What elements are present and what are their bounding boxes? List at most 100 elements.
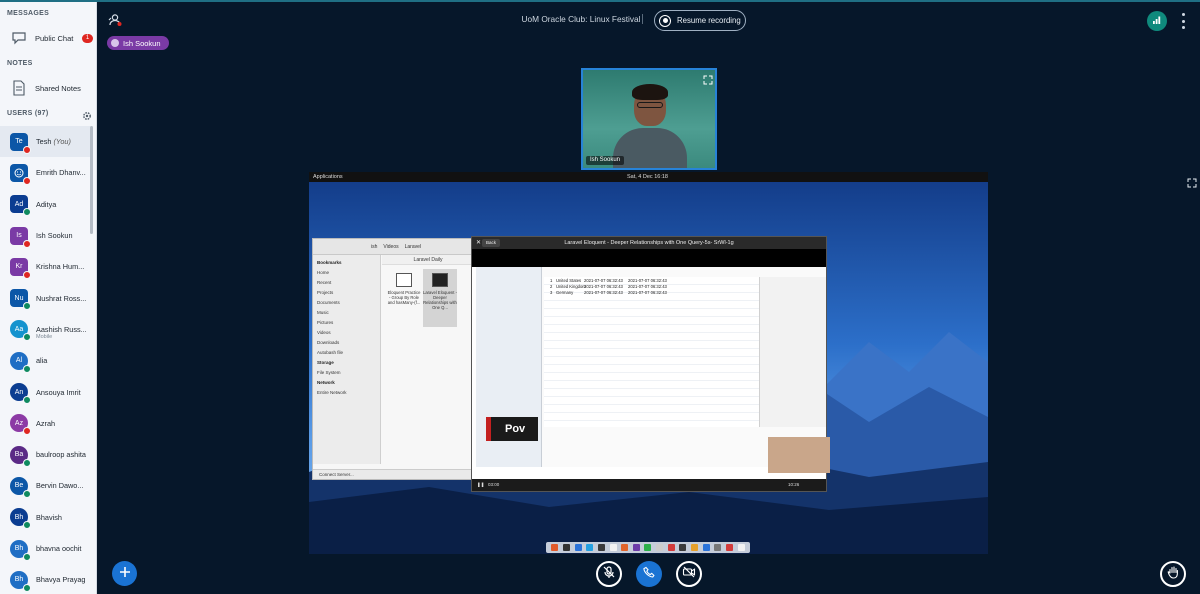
presenter-pill: Ish Sookun: [107, 36, 169, 50]
avatar-initials: Bh: [14, 545, 24, 552]
path-segment: Videos: [383, 243, 399, 250]
db-row: 3 Germany 2021-07-07 06:32:43 2021-07-07 06…: [550, 290, 672, 295]
user-name: Azrah: [36, 419, 90, 428]
user-list-item[interactable]: Te Tesh (You): [0, 126, 90, 158]
record-label: Resume recording: [677, 16, 741, 25]
user-list-item[interactable]: Ad Aditya: [0, 189, 90, 220]
shared-notes-label: Shared Notes: [35, 83, 81, 93]
expand-icon[interactable]: [1187, 175, 1197, 188]
avatar: Nu: [10, 289, 31, 311]
actions-button[interactable]: [112, 561, 137, 586]
audio-button[interactable]: [636, 561, 662, 587]
presenter-name: Ish Sookun: [123, 38, 161, 48]
user-name-text: Bhavya Prayag: [36, 575, 86, 585]
public-chat-label: Public Chat: [35, 33, 74, 43]
user-client-type: Mobile: [36, 333, 53, 340]
webcam-person-body: [613, 128, 687, 168]
notes-section-title: NOTES: [7, 60, 33, 67]
user-name: Nushrat Ross...: [36, 294, 90, 303]
user-name: Ish Sookun: [36, 231, 90, 240]
bookmark-item: Videos: [317, 330, 331, 335]
video-button[interactable]: [676, 561, 702, 587]
public-chat-item[interactable]: Public Chat 1: [0, 26, 96, 50]
avatar-initials: Bh: [14, 576, 24, 584]
connection-status-button[interactable]: [1147, 11, 1167, 31]
user-name: Bhavya Prayag: [36, 575, 90, 584]
video-overlay-text: Pov: [486, 417, 538, 441]
gear-icon[interactable]: [82, 108, 92, 120]
user-list-item[interactable]: Az Azrah: [0, 408, 90, 439]
user-list-item[interactable]: Is Ish Sookun: [0, 220, 90, 251]
user-list-scrollbar[interactable]: [90, 126, 93, 234]
avatar-initials: Ad: [14, 200, 24, 208]
desktop-topbar: Applications Sat, 4 Dec 16:18: [309, 172, 988, 182]
user-list-item[interactable]: Bh Bhavish: [0, 502, 90, 533]
listen-status-icon: [23, 364, 31, 373]
user-list-item[interactable]: Bh bhavna oochit: [0, 533, 90, 564]
plus-icon: [119, 565, 131, 583]
user-name: Tesh (You): [36, 137, 90, 146]
presenter-video-thumb: [768, 437, 830, 473]
file-manager-sidebar: Bookmarks Home Recent Projects Documents Mus…: [313, 255, 381, 464]
listen-status-icon: [23, 208, 31, 217]
user-name-text: baulroop ashita: [36, 450, 86, 460]
listen-status-icon: [23, 489, 31, 498]
user-name-text: Ish Sookun: [36, 231, 73, 241]
time-elapsed: 03:00: [488, 482, 500, 487]
muted-status-icon: [23, 270, 31, 279]
avatar: Bh: [10, 508, 31, 530]
user-list-item[interactable]: Be Bervin Dawo...: [0, 470, 90, 501]
bookmark-item: Downloads: [317, 340, 340, 345]
bookmark-item: Documents: [317, 300, 340, 305]
header-separator: [642, 14, 643, 24]
avatar-initials: Az: [14, 419, 24, 427]
camera-off-icon: [682, 565, 696, 584]
db-cell: 2021-07-07 06:32:43: [628, 284, 667, 289]
listen-status-icon: [23, 333, 31, 342]
avatar: Te: [10, 132, 31, 154]
user-name-text: Tesh: [36, 137, 52, 147]
kebab-menu-icon[interactable]: [1180, 13, 1186, 29]
shared-notes-item[interactable]: Shared Notes: [0, 76, 96, 100]
user-list-item[interactable]: Emrith Dhanv...: [0, 157, 90, 188]
user-list-item[interactable]: Aa Aashish Russ... Mobile: [0, 314, 90, 345]
bookmark-item: Home: [317, 270, 330, 275]
expand-icon[interactable]: [703, 72, 713, 85]
record-dot-icon: [659, 14, 671, 27]
file-item: Eloquent Practice - Group By Role and ha…: [387, 269, 421, 305]
hand-icon: [1167, 565, 1180, 584]
resume-recording-button[interactable]: Resume recording: [654, 10, 746, 31]
file-manager-pathbar: ish Videos Laravel: [313, 239, 473, 255]
bookmark-list: Home Recent Projects Documents Music Pictures…: [317, 268, 376, 358]
user-list-item[interactable]: Kr Krishna Hum...: [0, 251, 90, 282]
avatar-initials: Kr: [15, 263, 23, 271]
desktop-dock: [546, 542, 750, 553]
raise-hand-button[interactable]: [1160, 561, 1186, 587]
user-name: Aditya: [36, 200, 90, 209]
muted-status-icon: [23, 239, 31, 248]
webcam-tile[interactable]: Ish Sookun: [581, 68, 717, 170]
db-grid: [544, 277, 759, 427]
applications-menu: Applications: [313, 173, 343, 180]
user-list-item[interactable]: Al alia: [0, 345, 90, 376]
user-list-item[interactable]: An Ansouya Imrit: [0, 376, 90, 407]
db-cell: 2021-07-07 06:32:43: [584, 290, 623, 295]
user-name-text: Nushrat Ross...: [36, 293, 87, 303]
listen-status-icon: [23, 396, 31, 405]
user-list-item[interactable]: Bh Bhavya Prayag: [0, 564, 90, 594]
db-detail-panel: [759, 277, 826, 427]
avatar: Kr: [10, 257, 31, 279]
db-cell: 2021-07-07 06:32:43: [628, 278, 667, 283]
user-list-item[interactable]: Ba baulroop ashita: [0, 439, 90, 470]
mute-button[interactable]: [596, 561, 622, 587]
document-icon: [10, 79, 28, 97]
user-list-item[interactable]: Nu Nushrat Ross...: [0, 282, 90, 313]
avatar-initials: Al: [15, 357, 23, 365]
person-presenter-icon[interactable]: [108, 13, 122, 32]
unread-badge: 1: [82, 34, 93, 43]
avatar: Al: [10, 351, 31, 373]
file-item-selected: Laravel Eloquent - Deeper Relationships …: [423, 269, 457, 327]
user-name: Aashish Russ...: [36, 325, 90, 334]
avatar-initials: Be: [14, 482, 24, 490]
listen-status-icon: [23, 458, 31, 467]
